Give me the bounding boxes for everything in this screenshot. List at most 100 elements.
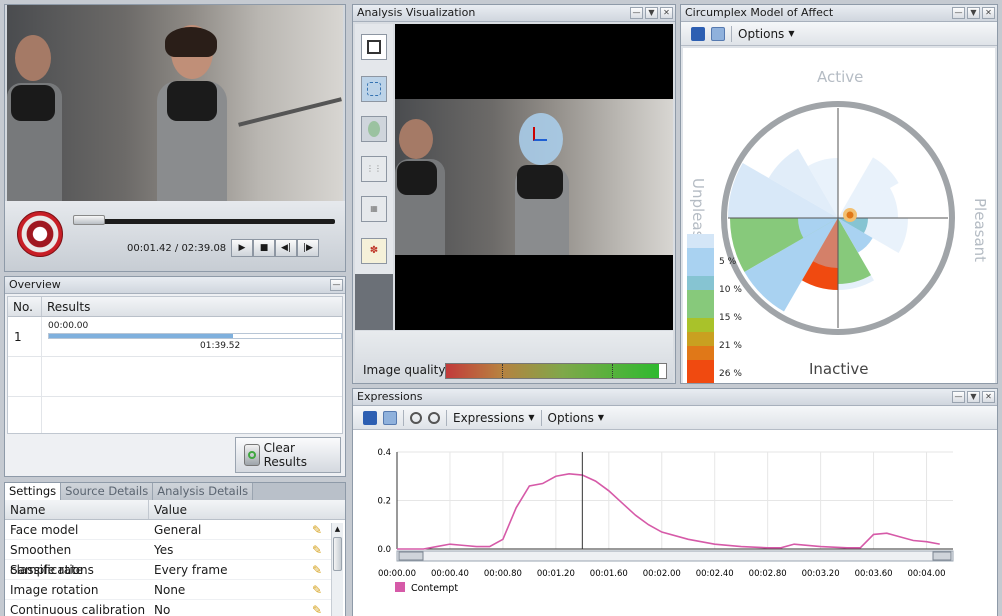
legend-label: 15 % xyxy=(719,313,742,323)
barre xyxy=(238,97,342,127)
y-tick-label: 0.4 xyxy=(377,448,391,458)
series-line-contempt xyxy=(397,473,940,550)
copy-icon[interactable] xyxy=(383,410,397,425)
seek-track[interactable] xyxy=(73,219,335,224)
expressions-menu[interactable]: Expressions ▼ xyxy=(453,411,535,425)
tab-source-details[interactable]: Source Details xyxy=(61,483,154,500)
step-forward-button[interactable]: |▶ xyxy=(297,239,319,257)
visualization-sidebar: ⋮⋮ ▦ ✽ xyxy=(355,24,393,330)
mirror-figure xyxy=(7,35,62,201)
face-points-button[interactable]: ⋮⋮ xyxy=(361,156,387,182)
axes-button[interactable]: ✽ xyxy=(361,238,387,264)
result-end-time: 01:39.52 xyxy=(200,341,241,351)
setting-value: None xyxy=(154,583,186,597)
circumplex-toolbar: Options ▼ xyxy=(681,22,997,46)
legend-swatch xyxy=(687,332,714,346)
tab-analysis-details[interactable]: Analysis Details xyxy=(153,483,254,500)
legend-swatch xyxy=(687,234,714,248)
legend-label: 21 % xyxy=(719,341,742,351)
x-tick-label: 00:02.80 xyxy=(749,569,787,579)
overview-result-row[interactable]: 1 00:00.00 01:39.52 xyxy=(8,317,342,357)
result-timeline xyxy=(48,333,342,339)
save-icon[interactable] xyxy=(691,26,705,41)
video-frame[interactable] xyxy=(7,5,343,201)
stop-button[interactable]: ■ xyxy=(253,239,275,257)
minimize-icon[interactable]: — xyxy=(630,7,643,19)
dropdown-icon[interactable]: ▼ xyxy=(967,7,980,19)
label-pleasant: Pleasant xyxy=(971,198,989,262)
legend-label: 26 % xyxy=(719,369,742,379)
dropdown-icon[interactable]: ▼ xyxy=(967,391,980,403)
edit-pencil-icon[interactable]: ✎ xyxy=(307,560,327,579)
circumplex-title: Circumplex Model of Affect — ▼ ✕ xyxy=(681,5,997,22)
player-controls: 00:01.42 / 02:39.08 ▶ ■ ◀| |▶ xyxy=(5,201,345,271)
settings-row[interactable]: Image rotation None ✎ xyxy=(5,580,331,600)
edit-pencil-icon[interactable]: ✎ xyxy=(307,540,327,559)
save-icon[interactable] xyxy=(363,410,377,425)
scroll-thumb[interactable] xyxy=(333,537,342,571)
settings-row[interactable]: Sample rate Every frame ✎ xyxy=(5,560,331,580)
visualization-frame[interactable] xyxy=(395,24,673,330)
circumplex-options-menu[interactable]: Options ▼ xyxy=(738,27,794,41)
face-grid-button[interactable] xyxy=(361,76,387,102)
label-inactive: Inactive xyxy=(809,360,869,378)
video-player-panel: 00:01.42 / 02:39.08 ▶ ■ ◀| |▶ xyxy=(4,4,346,272)
zoom-out-icon[interactable] xyxy=(428,411,440,424)
expressions-options-menu[interactable]: Options ▼ xyxy=(548,411,604,425)
x-tick-label: 00:00.40 xyxy=(431,569,469,579)
setting-value: No xyxy=(154,603,171,616)
tab-settings[interactable]: Settings xyxy=(5,483,62,500)
edit-pencil-icon[interactable]: ✎ xyxy=(307,580,327,599)
image-quality-bar: Image quality xyxy=(355,331,673,383)
frame-mode-button[interactable] xyxy=(361,34,387,60)
edit-pencil-icon[interactable]: ✎ xyxy=(307,520,327,539)
zoom-in-icon[interactable] xyxy=(410,411,422,424)
result-start-time: 00:00.00 xyxy=(48,321,89,331)
mesh-button[interactable]: ▦ xyxy=(361,196,387,222)
image-quality-meter xyxy=(445,363,667,379)
step-back-button[interactable]: ◀| xyxy=(275,239,297,257)
settings-row[interactable]: Continuous calibration No ✎ xyxy=(5,600,331,616)
scroll-left-handle[interactable] xyxy=(398,551,424,561)
scroll-right-handle[interactable] xyxy=(932,551,952,561)
label-active: Active xyxy=(817,68,863,86)
x-tick-label: 00:00.80 xyxy=(484,569,522,579)
legend-label-contempt: Contempt xyxy=(411,583,458,594)
close-icon[interactable]: ✕ xyxy=(982,391,995,403)
copy-icon[interactable] xyxy=(711,26,725,41)
close-icon[interactable]: ✕ xyxy=(660,7,673,19)
legend-swatch xyxy=(687,304,714,318)
legend-swatch xyxy=(687,346,714,360)
settings-row[interactable]: Face model General ✎ xyxy=(5,520,331,540)
settings-rows: Face model General ✎ Smoothen classificatio… xyxy=(5,520,331,616)
legend-swatch xyxy=(687,276,714,290)
minimize-icon[interactable]: — xyxy=(952,391,965,403)
x-tick-label: 00:03.60 xyxy=(855,569,893,579)
clear-results-button[interactable]: Clear Results xyxy=(235,437,341,473)
edit-pencil-icon[interactable]: ✎ xyxy=(307,600,327,616)
record-button[interactable] xyxy=(17,211,63,257)
y-tick-label: 0.2 xyxy=(377,497,391,507)
scroll-up-icon[interactable]: ▲ xyxy=(332,523,343,535)
close-icon[interactable]: ✕ xyxy=(982,7,995,19)
minimize-icon[interactable]: — xyxy=(330,279,343,291)
x-tick-label: 00:00.00 xyxy=(378,569,416,579)
legend-swatch xyxy=(687,360,714,374)
x-tick-label: 00:03.20 xyxy=(802,569,840,579)
setting-name: Face model xyxy=(10,523,79,537)
chart-scrollbar[interactable] xyxy=(396,550,954,562)
setting-value: General xyxy=(154,523,202,537)
expressions-toolbar: Expressions ▼ Options ▼ xyxy=(353,406,997,430)
minimize-icon[interactable]: — xyxy=(952,7,965,19)
settings-row[interactable]: Smoothen classifications Yes ✎ xyxy=(5,540,331,577)
setting-value: Yes xyxy=(154,543,174,557)
face-texture-button[interactable] xyxy=(361,116,387,142)
legend-swatch-contempt xyxy=(395,582,405,592)
seek-handle[interactable] xyxy=(73,215,105,225)
setting-name: Continuous calibration xyxy=(10,603,146,616)
dropdown-icon[interactable]: ▼ xyxy=(645,7,658,19)
settings-scrollbar[interactable]: ▲ xyxy=(331,523,343,616)
settings-panel: Settings Source Details Analysis Details… xyxy=(4,482,346,616)
play-button[interactable]: ▶ xyxy=(231,239,253,257)
x-tick-label: 00:01.20 xyxy=(537,569,575,579)
